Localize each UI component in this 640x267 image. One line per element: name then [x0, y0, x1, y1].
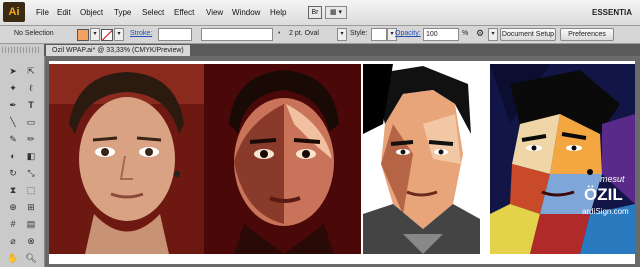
- menu-bar: Ai File Edit Object Type Select Effect V…: [0, 0, 640, 26]
- menu-help[interactable]: Help: [270, 8, 286, 17]
- brush-definition-value[interactable]: 2 pt. Oval: [289, 30, 319, 37]
- menu-effect[interactable]: Effect: [174, 8, 194, 17]
- hand-tool-icon[interactable]: ✋: [6, 251, 20, 265]
- portrait-photo[interactable]: [49, 64, 204, 254]
- mesh-tool-icon[interactable]: #: [6, 217, 20, 231]
- tools-panel-grip[interactable]: [2, 47, 40, 53]
- artboard[interactable]: mesut ÖZIL ardiSign.com: [49, 61, 635, 264]
- eraser-tool-icon[interactable]: ◧: [24, 149, 38, 163]
- fill-dropdown[interactable]: ▾: [90, 28, 100, 41]
- document-setup-button[interactable]: Document Setup: [500, 28, 556, 41]
- recolor-dropdown[interactable]: ▾: [488, 28, 498, 41]
- lasso-tool-icon[interactable]: ℓ: [24, 81, 38, 95]
- wpap-signature: ardiSign.com: [582, 207, 629, 216]
- width-tool-icon[interactable]: ⧗: [6, 183, 20, 197]
- zoom-tool-icon[interactable]: 🔍︎: [24, 251, 38, 265]
- blob-brush-tool-icon[interactable]: ◐: [6, 149, 20, 163]
- stroke-weight-field[interactable]: [158, 28, 192, 41]
- type-tool-icon[interactable]: T: [24, 98, 38, 112]
- eyedropper-tool-icon[interactable]: ⌀: [6, 234, 20, 248]
- free-transform-tool-icon[interactable]: ⬚: [24, 183, 38, 197]
- opacity-unit: %: [462, 30, 469, 37]
- menu-object[interactable]: Object: [80, 8, 103, 17]
- gradient-tool-icon[interactable]: ▤: [24, 217, 38, 231]
- wpap-name-first: mesut: [600, 174, 625, 184]
- portrait-posterized[interactable]: [204, 64, 361, 254]
- selection-status: No Selection: [14, 30, 54, 37]
- menu-view[interactable]: View: [206, 8, 223, 17]
- app-logo: Ai: [3, 2, 25, 22]
- workspace-switcher[interactable]: ESSENTIA: [592, 8, 632, 17]
- shape-builder-tool-icon[interactable]: ⊕: [6, 200, 20, 214]
- rectangle-tool-icon[interactable]: ▭: [24, 115, 38, 129]
- magic-wand-tool-icon[interactable]: ✦: [6, 81, 20, 95]
- pencil-tool-icon[interactable]: ✏: [24, 132, 38, 146]
- direct-selection-tool-icon[interactable]: ⇱: [24, 64, 38, 78]
- preferences-button[interactable]: Preferences: [560, 28, 614, 41]
- canvas-area[interactable]: mesut ÖZIL ardiSign.com: [45, 57, 640, 267]
- document-tab-bar: Ozil WPAP.ai* @ 33,33% (CMYK/Preview): [44, 44, 640, 56]
- fill-swatch[interactable]: [77, 29, 89, 41]
- menu-window[interactable]: Window: [232, 8, 260, 17]
- pen-tool-icon[interactable]: ✒: [6, 98, 20, 112]
- wpap-name-last: ÖZIL: [584, 185, 623, 204]
- opacity-input[interactable]: 100: [423, 28, 459, 41]
- document-tab[interactable]: Ozil WPAP.ai* @ 33,33% (CMYK/Preview): [46, 45, 190, 56]
- scale-tool-icon[interactable]: ⤡: [24, 166, 38, 180]
- perspective-grid-tool-icon[interactable]: ⊞: [24, 200, 38, 214]
- style-label: Style:: [350, 30, 368, 37]
- variable-width-field[interactable]: [201, 28, 273, 41]
- menu-edit[interactable]: Edit: [57, 8, 71, 17]
- blend-tool-icon[interactable]: ⊗: [24, 234, 38, 248]
- bridge-button[interactable]: Br: [308, 6, 322, 19]
- brush-dot-icon: •: [278, 30, 281, 37]
- stroke-panel-link[interactable]: Stroke:: [130, 30, 152, 37]
- menu-file[interactable]: File: [36, 8, 49, 17]
- brush-dropdown[interactable]: ▾: [337, 28, 347, 41]
- arrange-documents-button[interactable]: ▦ ▾: [325, 6, 347, 19]
- tools-panel: ➤ ⇱ ✦ ℓ ✒ T ╲ ▭ ✎ ✏ ◐ ◧ ↻ ⤡ ⧗ ⬚ ⊕ ⊞ # ▤ …: [0, 44, 45, 267]
- stroke-color-dropdown[interactable]: ▾: [114, 28, 124, 41]
- menu-select[interactable]: Select: [142, 8, 164, 17]
- paintbrush-tool-icon[interactable]: ✎: [6, 132, 20, 146]
- portrait-vector-sketch[interactable]: [363, 64, 480, 254]
- menu-type[interactable]: Type: [114, 8, 131, 17]
- selection-tool-icon[interactable]: ➤: [6, 64, 20, 78]
- control-bar: No Selection ▾ ▾ Stroke: • 2 pt. Oval ▾ …: [0, 26, 640, 44]
- recolor-artwork-icon[interactable]: ⚙: [476, 28, 484, 39]
- line-tool-icon[interactable]: ╲: [6, 115, 20, 129]
- stroke-swatch[interactable]: [101, 29, 113, 41]
- portrait-wpap[interactable]: mesut ÖZIL ardiSign.com: [490, 64, 635, 254]
- graphic-style-swatch[interactable]: [371, 28, 387, 41]
- rotate-tool-icon[interactable]: ↻: [6, 166, 20, 180]
- opacity-panel-link[interactable]: Opacity:: [395, 30, 421, 37]
